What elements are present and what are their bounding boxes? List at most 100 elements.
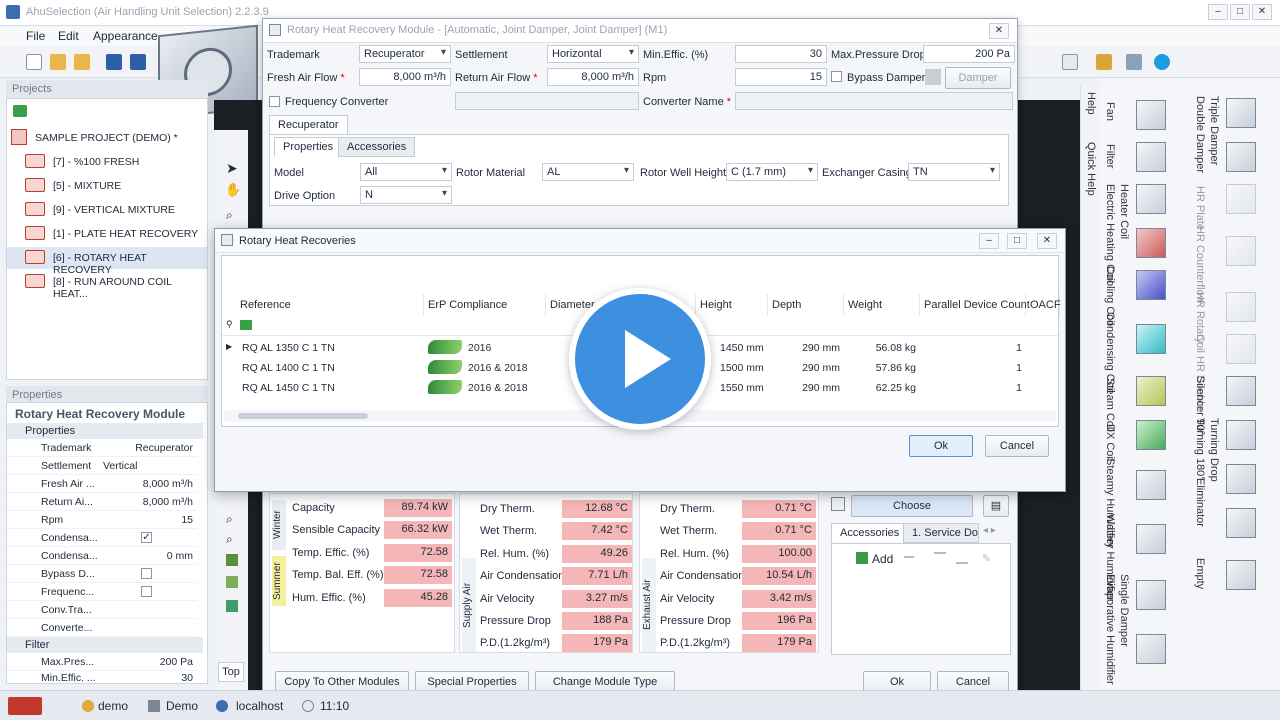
open-folder-icon[interactable] bbox=[50, 54, 66, 70]
property-row[interactable]: Condensa... ✓ bbox=[7, 529, 197, 547]
help-tab[interactable]: Help bbox=[1085, 92, 1097, 115]
steam-coil-module-icon[interactable] bbox=[1136, 376, 1166, 406]
rotor-well-select[interactable]: C (1.7 mm) bbox=[726, 163, 818, 181]
group-properties[interactable]: Properties bbox=[7, 423, 203, 439]
dx-coil-module-icon[interactable] bbox=[1136, 420, 1166, 450]
summer-tab[interactable]: Summer bbox=[272, 556, 286, 606]
condensing-coil-module-icon[interactable] bbox=[1136, 324, 1166, 354]
calculator-icon[interactable] bbox=[1062, 54, 1078, 70]
tree-item-unit[interactable]: [8] - RUN AROUND COIL HEAT... bbox=[7, 271, 207, 300]
tree-item-unit[interactable]: [7] - %100 FRESH bbox=[7, 151, 207, 173]
grid-icon[interactable] bbox=[226, 576, 238, 588]
zoom-icon[interactable]: ⌕ bbox=[226, 208, 233, 223]
settings-icon[interactable] bbox=[1096, 54, 1112, 70]
property-row[interactable]: Trademark Recuperator bbox=[7, 439, 197, 457]
column-header[interactable]: OACF bbox=[1026, 294, 1061, 316]
tools-icon[interactable] bbox=[1126, 54, 1142, 70]
column-header[interactable]: Depth bbox=[768, 294, 844, 316]
tab-properties[interactable]: Properties bbox=[274, 137, 343, 157]
group-filter[interactable]: Filter bbox=[7, 637, 203, 653]
converter-name-input[interactable] bbox=[735, 92, 1013, 110]
property-row[interactable]: Bypass D... bbox=[7, 565, 197, 583]
empty-module-icon[interactable] bbox=[1226, 560, 1256, 590]
close-button[interactable]: ✕ bbox=[1252, 4, 1272, 20]
zoom-out-icon[interactable]: ⌕ bbox=[226, 532, 233, 547]
fit-icon[interactable] bbox=[226, 554, 238, 566]
menu-edit[interactable]: Edit bbox=[58, 29, 79, 43]
silencer-module-icon[interactable] bbox=[1226, 376, 1256, 406]
property-row[interactable]: Settlement Vertical bbox=[7, 457, 197, 475]
tab-recuperator[interactable]: Recuperator bbox=[269, 115, 348, 135]
watery-humidifier-module-icon[interactable] bbox=[1136, 524, 1166, 554]
module-close-button[interactable]: ✕ bbox=[989, 23, 1009, 39]
bypass-damper-checkbox[interactable] bbox=[831, 71, 842, 82]
double-damper-module-icon[interactable] bbox=[1226, 98, 1256, 128]
tab-scroll-icon[interactable]: ◂ ▸ bbox=[983, 525, 996, 536]
play-button[interactable] bbox=[569, 288, 711, 430]
electric-heater-module-icon[interactable] bbox=[1136, 184, 1166, 214]
frequency-checkbox[interactable] bbox=[141, 586, 152, 597]
zoom-in-icon[interactable]: ⌕ bbox=[226, 512, 233, 527]
rotary-maximize-button[interactable]: □ bbox=[1007, 233, 1027, 249]
tab-accessories[interactable]: Accessories bbox=[338, 137, 416, 157]
maximize-button[interactable]: □ bbox=[1230, 4, 1250, 20]
save-all-icon[interactable] bbox=[130, 54, 146, 70]
menu-file[interactable]: File bbox=[26, 29, 45, 43]
damper-button[interactable]: Damper bbox=[945, 67, 1011, 89]
column-header[interactable]: Parallel Device Count bbox=[920, 294, 1030, 316]
tree-item-unit-selected[interactable]: [6] - ROTARY HEAT RECOVERY bbox=[7, 247, 207, 276]
add-icon[interactable] bbox=[856, 552, 868, 564]
move-up-icon[interactable] bbox=[934, 552, 946, 564]
single-damper-module-icon[interactable] bbox=[1136, 634, 1166, 664]
rotary-cancel-button[interactable]: Cancel bbox=[985, 435, 1049, 457]
rotary-minimize-button[interactable]: – bbox=[979, 233, 999, 249]
trademark-select[interactable]: Recuperator bbox=[359, 45, 451, 63]
column-header[interactable]: ErP Compliance bbox=[424, 294, 546, 316]
property-row[interactable]: Min.Effic. ... 30 bbox=[7, 669, 197, 687]
eliminator-module-icon[interactable] bbox=[1226, 508, 1256, 538]
new-file-icon[interactable] bbox=[26, 54, 42, 70]
column-header[interactable]: Reference bbox=[236, 294, 424, 316]
property-row[interactable]: Fresh Air ... 8,000 m³/h bbox=[7, 475, 197, 493]
text-icon[interactable] bbox=[226, 600, 238, 612]
cooling-coil-module-icon[interactable] bbox=[1136, 270, 1166, 300]
column-header[interactable]: Weight bbox=[844, 294, 920, 316]
min-effic-input[interactable]: 30 bbox=[735, 45, 827, 63]
rpm-input[interactable]: 15 bbox=[735, 68, 827, 86]
rotary-close-button[interactable]: ✕ bbox=[1037, 233, 1057, 249]
winter-tab[interactable]: Winter bbox=[272, 500, 286, 550]
frequency-converter-checkbox[interactable] bbox=[269, 96, 280, 107]
remove-icon[interactable] bbox=[904, 556, 914, 558]
triple-damper-module-icon[interactable] bbox=[1226, 142, 1256, 172]
property-row[interactable]: Return Ai... 8,000 m³/h bbox=[7, 493, 197, 511]
turning-180-module-icon[interactable] bbox=[1226, 420, 1256, 450]
hr-plate-module-icon[interactable] bbox=[1226, 184, 1256, 214]
scrollbar-thumb[interactable] bbox=[238, 413, 368, 419]
property-row[interactable]: Conv.Tra... bbox=[7, 601, 197, 619]
return-air-input[interactable]: 8,000 m³/h bbox=[547, 68, 639, 86]
save-icon[interactable] bbox=[106, 54, 122, 70]
max-pressure-input[interactable]: 200 Pa bbox=[923, 45, 1015, 63]
choose-details-button[interactable]: ▤ bbox=[983, 495, 1009, 517]
hr-counterflow-module-icon[interactable] bbox=[1226, 236, 1256, 266]
hand-icon[interactable]: ✋ bbox=[225, 182, 241, 198]
steamy-humidifier-module-icon[interactable] bbox=[1136, 470, 1166, 500]
edit-icon[interactable]: ✎ bbox=[982, 552, 994, 565]
drive-option-select[interactable]: N bbox=[360, 186, 452, 204]
filter-module-icon[interactable] bbox=[1136, 142, 1166, 172]
bypass-checkbox[interactable] bbox=[141, 568, 152, 579]
fan-module-icon[interactable] bbox=[1136, 100, 1166, 130]
top-tab[interactable]: Top bbox=[218, 662, 244, 682]
settlement-select[interactable]: Horizontal bbox=[547, 45, 639, 63]
fresh-air-input[interactable]: 8,000 m³/h bbox=[359, 68, 451, 86]
property-row[interactable]: Rpm 15 bbox=[7, 511, 197, 529]
quick-help-tab[interactable]: Quick Help bbox=[1085, 142, 1097, 196]
tab-accessories-list[interactable]: Accessories bbox=[831, 523, 909, 543]
evaporative-humidifier-module-icon[interactable] bbox=[1136, 580, 1166, 610]
tree-item-unit[interactable]: [1] - PLATE HEAT RECOVERY bbox=[7, 223, 207, 245]
hr-rotary-module-icon[interactable] bbox=[1226, 292, 1256, 322]
property-row[interactable]: Frequenc... bbox=[7, 583, 197, 601]
minimize-button[interactable]: – bbox=[1208, 4, 1228, 20]
rotary-ok-button[interactable]: Ok bbox=[909, 435, 973, 457]
tab-service-door[interactable]: 1. Service Doc bbox=[903, 523, 979, 543]
